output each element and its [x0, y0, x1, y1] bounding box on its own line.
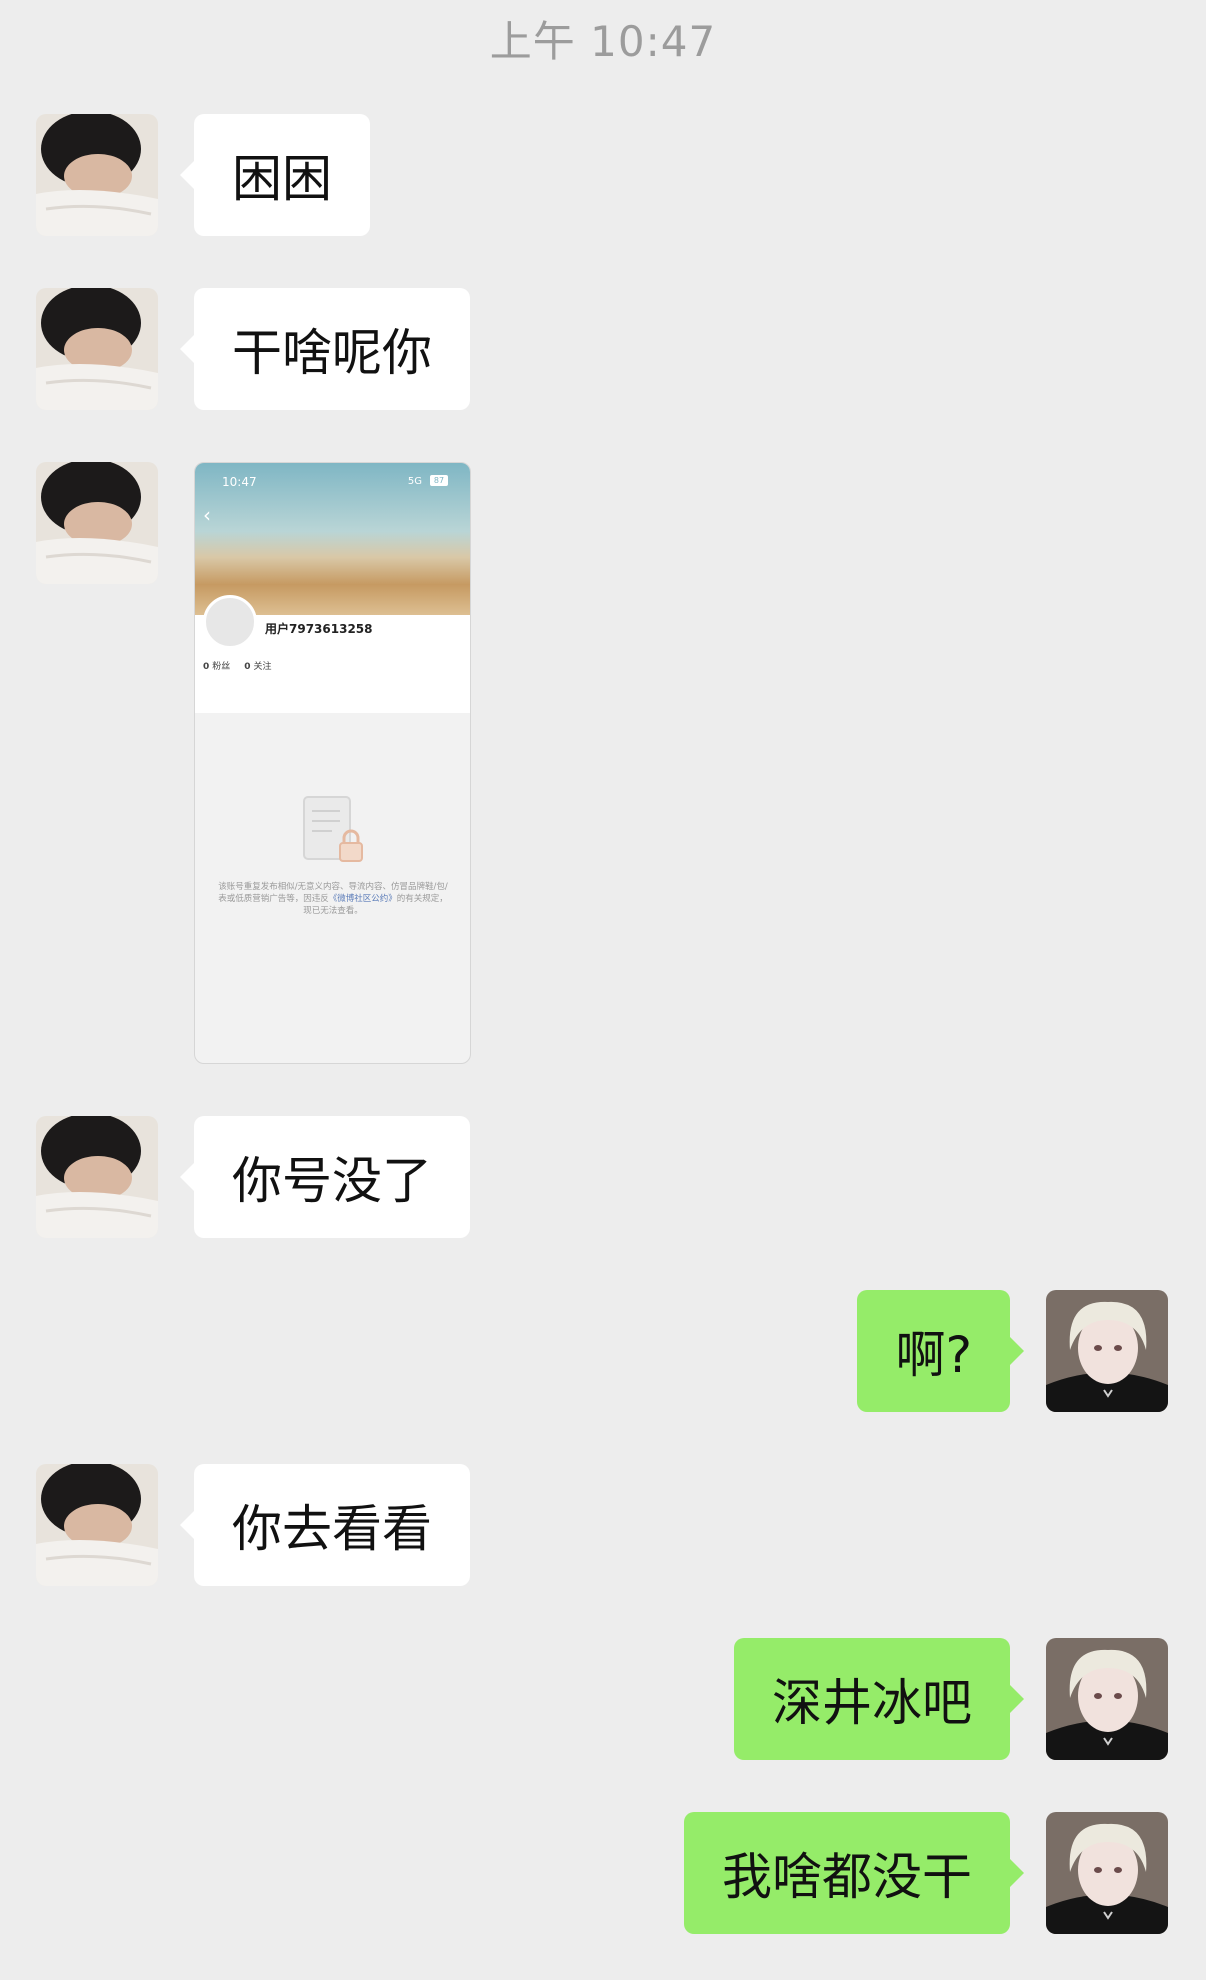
message-bubble-incoming[interactable]: 困困 [180, 114, 370, 236]
self-avatar[interactable] [1046, 1812, 1168, 1934]
contact-avatar-image [36, 288, 158, 410]
screenshot-stats: 0 粉丝 0 关注 [203, 659, 272, 672]
message-text: 我啥都没干 [722, 1848, 972, 1906]
message-bubble-outgoing[interactable]: 深井冰吧 [734, 1638, 1024, 1760]
message-bubble-incoming[interactable]: 你号没了 [180, 1116, 470, 1238]
screenshot-battery: 87 [430, 475, 448, 486]
follow-count: 0 [244, 662, 251, 672]
contact-avatar[interactable] [36, 114, 158, 236]
notice-link: 《微博社区公约》 [328, 894, 397, 904]
lock-document-icon [300, 795, 366, 871]
message-text: 深井冰吧 [772, 1674, 972, 1732]
message-bubble-incoming[interactable]: 干啥呢你 [180, 288, 470, 410]
message-text: 困困 [232, 150, 332, 208]
message-bubble-outgoing[interactable]: 啊? [857, 1290, 1024, 1412]
message-text: 你去看看 [232, 1500, 432, 1558]
contact-avatar-image [36, 114, 158, 236]
image-message[interactable]: 10:47 5G 87 ‹ 用户7973613258 0 粉丝 0 关注 该账号重复发… [194, 462, 471, 1064]
screenshot-back-icon: ‹ [203, 503, 211, 527]
self-avatar-image [1046, 1638, 1168, 1760]
contact-avatar-image [36, 1464, 158, 1586]
self-avatar-image [1046, 1812, 1168, 1934]
message-text: 干啥呢你 [232, 324, 432, 382]
message-text: 你号没了 [232, 1152, 432, 1210]
self-avatar[interactable] [1046, 1638, 1168, 1760]
self-avatar-image [1046, 1290, 1168, 1412]
contact-avatar-image [36, 1116, 158, 1238]
fans-count: 0 [203, 662, 210, 672]
contact-avatar[interactable] [36, 288, 158, 410]
fans-label: 粉丝 [212, 662, 231, 672]
timestamp: 上午 10:47 [489, 17, 717, 66]
screenshot-status-time: 10:47 [222, 475, 257, 489]
contact-avatar[interactable] [36, 1116, 158, 1238]
contact-avatar[interactable] [36, 1464, 158, 1586]
screenshot-notice: 该账号重复发布相似/无意义内容、导流内容、仿冒品牌鞋/包/表或低质营销广告等，因… [217, 881, 449, 917]
message-text: 啊? [895, 1326, 972, 1384]
message-bubble-outgoing[interactable]: 我啥都没干 [684, 1812, 1024, 1934]
screenshot-signal: 5G [407, 476, 422, 487]
screenshot-username: 用户7973613258 [265, 622, 373, 636]
contact-avatar-image [36, 462, 158, 584]
follow-label: 关注 [253, 662, 272, 672]
message-bubble-incoming[interactable]: 你去看看 [180, 1464, 470, 1586]
self-avatar[interactable] [1046, 1290, 1168, 1412]
screenshot-default-avatar [203, 595, 257, 649]
contact-avatar[interactable] [36, 462, 158, 584]
